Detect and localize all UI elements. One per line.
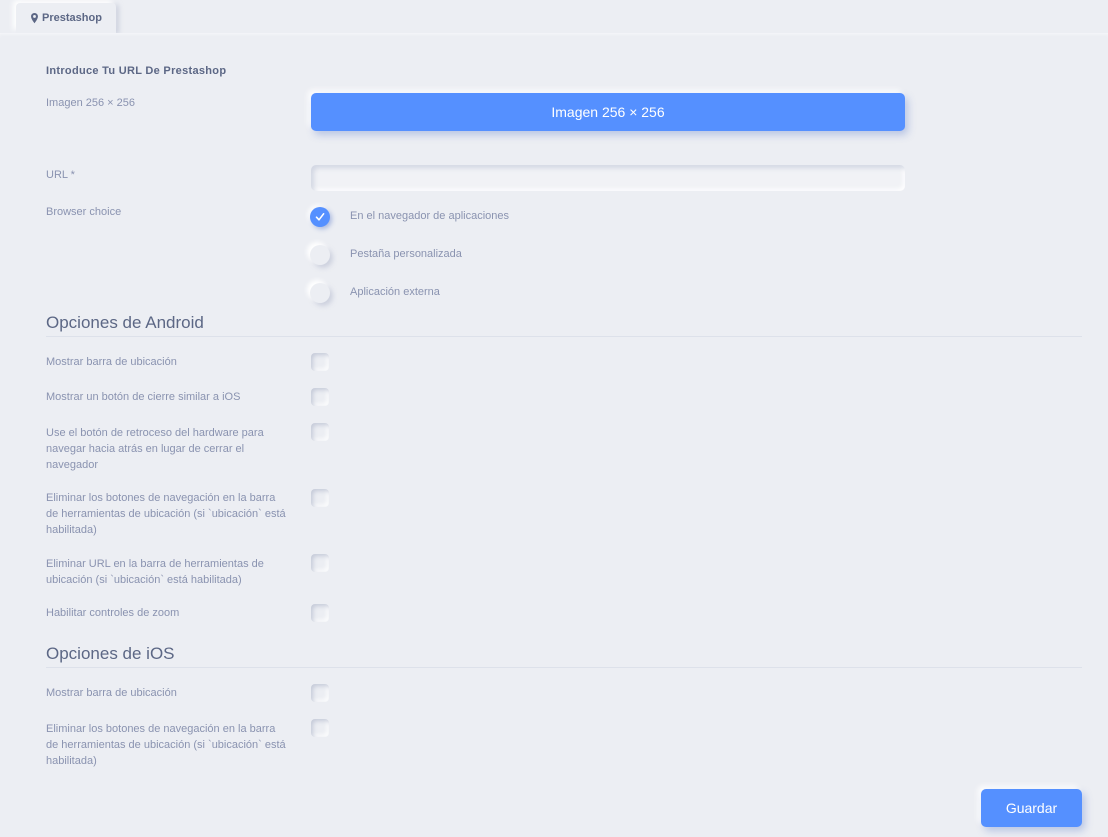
browser-option-in-app-label[interactable]: En el navegador de aplicaciones: [350, 208, 509, 224]
ios-show-location-checkbox[interactable]: [311, 684, 329, 702]
checkmark-icon: [315, 213, 325, 221]
tab-label: Prestashop: [42, 12, 102, 24]
android-remove-url-checkbox[interactable]: [311, 554, 329, 572]
image-upload-button[interactable]: Imagen 256 × 256: [311, 93, 905, 131]
url-input-value: [311, 165, 905, 175]
android-option-label: Eliminar los botones de navegación en la…: [46, 492, 286, 536]
browser-option-custom-tab-label[interactable]: Pestaña personalizada: [350, 246, 462, 262]
url-input[interactable]: [311, 165, 905, 191]
android-divider: [46, 336, 1082, 337]
browser-option-external-label[interactable]: Aplicación externa: [350, 284, 440, 300]
android-zoom-controls-checkbox[interactable]: [311, 604, 329, 622]
android-hardware-back-checkbox[interactable]: [311, 423, 329, 441]
android-option-label: Habilitar controles de zoom: [46, 607, 180, 619]
android-option-label: Mostrar barra de ubicación: [46, 356, 177, 368]
form-heading: Introduce Tu URL De Prestashop: [46, 65, 227, 77]
android-option-label: Use el botón de retroceso del hardware p…: [46, 427, 264, 471]
android-option-label: Eliminar URL en la barra de herramientas…: [46, 558, 264, 586]
browser-option-custom-tab-radio[interactable]: [310, 245, 330, 265]
android-section-title: Opciones de Android: [46, 313, 204, 332]
ios-section-title: Opciones de iOS: [46, 644, 175, 663]
image-label: Imagen 256 × 256: [46, 97, 135, 109]
url-label: URL *: [46, 169, 75, 181]
save-button[interactable]: Guardar: [981, 789, 1082, 827]
android-show-location-checkbox[interactable]: [311, 353, 329, 371]
ios-option-label: Mostrar barra de ubicación: [46, 687, 177, 699]
tab-prestashop[interactable]: Prestashop: [16, 3, 116, 33]
browser-choice-label: Browser choice: [46, 206, 122, 218]
ios-option-label: Eliminar los botones de navegación en la…: [46, 723, 286, 767]
android-ios-close-button-checkbox[interactable]: [311, 388, 329, 406]
browser-option-in-app-radio[interactable]: [310, 207, 330, 227]
ios-divider: [46, 667, 1082, 668]
android-remove-nav-buttons-checkbox[interactable]: [311, 489, 329, 507]
android-option-label: Mostrar un botón de cierre similar a iOS: [46, 391, 241, 403]
browser-option-external-radio[interactable]: [310, 283, 330, 303]
map-pin-icon: [31, 12, 38, 23]
ios-remove-nav-buttons-checkbox[interactable]: [311, 719, 329, 737]
